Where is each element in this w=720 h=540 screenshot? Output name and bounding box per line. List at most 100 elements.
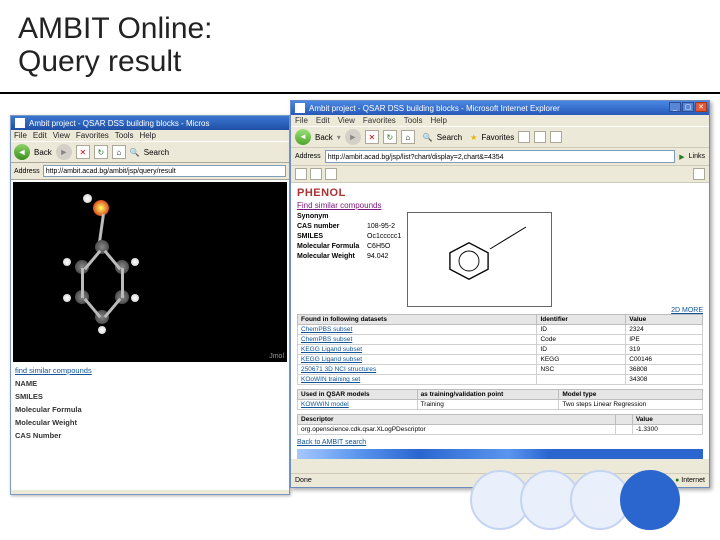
ds-link[interactable]: 250671 3D NCI structures (298, 365, 537, 375)
search-label[interactable]: Search (144, 148, 169, 157)
menu-help[interactable]: Help (139, 131, 155, 140)
ds-link[interactable]: KEGG Ligand subset (298, 355, 537, 365)
menubar-left: File Edit View Favorites Tools Help (11, 130, 289, 141)
ds-id: ID (537, 325, 626, 335)
titlebar-left[interactable]: Ambit project - QSAR DSS building blocks… (11, 116, 289, 130)
ie-icon (295, 103, 305, 113)
links-label[interactable]: Links (689, 153, 705, 160)
slide-title-line2: Query result (18, 45, 213, 78)
extra-icon[interactable] (310, 168, 322, 180)
address-field-left[interactable]: http://ambit.acad.bg/ambit/jsp/query/res… (43, 165, 286, 177)
menu-help[interactable]: Help (430, 116, 446, 125)
ds-val: 2324 (626, 325, 703, 335)
oh-substituent-icon (488, 223, 538, 253)
extra-icon[interactable] (693, 168, 705, 180)
menu-edit[interactable]: Edit (316, 116, 330, 125)
status-done: Done (295, 477, 312, 484)
qsar-model-link[interactable]: KOWWIN model (298, 400, 418, 410)
home-button[interactable]: ⌂ (112, 145, 126, 159)
ds-val: 34308 (626, 375, 703, 385)
hydrogen-atom (63, 258, 71, 266)
menu-edit[interactable]: Edit (33, 131, 47, 140)
menu-tools[interactable]: Tools (404, 116, 423, 125)
field-mw: Molecular Weight (15, 418, 285, 427)
synonym-label: Synonym (297, 212, 367, 222)
address-field-right[interactable]: http://ambit.acad.bg/jsp/list?chart/disp… (325, 150, 676, 163)
favorites-label[interactable]: Favorites (481, 133, 514, 142)
page-body: PHENOL Find similar compounds Synonym CA… (291, 183, 709, 459)
mail-icon[interactable] (534, 131, 546, 143)
minimize-button[interactable]: _ (669, 102, 681, 112)
forward-button[interactable]: ► (56, 144, 72, 160)
back-label: Back (315, 133, 333, 142)
print-icon[interactable] (550, 131, 562, 143)
cas-value: 108-95-2 (367, 223, 395, 230)
toolbar-extra (291, 166, 709, 183)
back-button[interactable]: ◄ (14, 144, 30, 160)
field-cas: CAS Number (15, 431, 285, 440)
th-desc: Descriptor (298, 415, 616, 425)
mw-value: 94.042 (367, 253, 388, 260)
ds-link[interactable]: KOoWIN training set (298, 375, 537, 385)
menu-tools[interactable]: Tools (115, 131, 134, 140)
history-icon[interactable] (518, 131, 530, 143)
menu-file[interactable]: File (295, 116, 308, 125)
jmol-label: Jmol (269, 353, 284, 360)
formula-value: C6H5O (367, 243, 390, 250)
refresh-button[interactable]: ↻ (94, 145, 108, 159)
find-similar-link[interactable]: Find similar compounds (297, 201, 703, 210)
menu-favorites[interactable]: Favorites (363, 116, 396, 125)
ds-link[interactable]: ChemPBS subset (298, 335, 537, 345)
forward-button[interactable]: ► (345, 129, 361, 145)
extra-icon[interactable] (295, 168, 307, 180)
descriptor-table: Descriptor Value org.openscience.cdk.qsa… (297, 414, 703, 435)
th-qsar: Used in QSAR models (298, 390, 418, 400)
qsar-role: Training (417, 400, 559, 410)
structure-2d[interactable] (407, 212, 552, 307)
menu-file[interactable]: File (14, 131, 27, 140)
stop-button[interactable]: ✕ (365, 130, 379, 144)
th-role: as training/validation point (417, 390, 559, 400)
close-button[interactable]: ✕ (695, 102, 707, 112)
ds-id: KEGG (537, 355, 626, 365)
stop-button[interactable]: ✕ (76, 145, 90, 159)
ds-link[interactable]: KEGG Ligand subset (298, 345, 537, 355)
title-underline (0, 92, 720, 94)
formula-label: Molecular Formula (297, 242, 367, 252)
search-label[interactable]: Search (437, 133, 462, 142)
window-title-right: Ambit project - QSAR DSS building blocks… (309, 104, 560, 113)
ds-val: C00146 (626, 355, 703, 365)
desc-name: org.openscience.cdk.qsar.XLogPDescriptor (298, 425, 616, 435)
home-button[interactable]: ⌂ (401, 130, 415, 144)
desc-empty (615, 425, 632, 435)
th-identifier: Identifier (537, 315, 626, 325)
ds-val: 36808 (626, 365, 703, 375)
menu-view[interactable]: View (53, 131, 70, 140)
desc-val: -1.3300 (632, 425, 702, 435)
address-bar-right: Address http://ambit.acad.bg/jsp/list?ch… (291, 148, 709, 166)
extra-icon[interactable] (325, 168, 337, 180)
th-dataset: Found in following datasets (298, 315, 537, 325)
2d-more-link[interactable]: 2D MORE (671, 307, 703, 314)
refresh-button[interactable]: ↻ (383, 130, 397, 144)
datasets-table: Found in following datasets Identifier V… (297, 314, 703, 385)
menu-favorites[interactable]: Favorites (76, 131, 109, 140)
left-query-fields: find similar compounds NAME SMILES Molec… (13, 362, 287, 444)
hydrogen-atom (98, 326, 106, 334)
ie-icon (15, 118, 25, 128)
ds-link[interactable]: ChemPBS subset (298, 325, 537, 335)
jmol-viewer[interactable]: Jmol (13, 182, 287, 362)
slide-title-line1: AMBIT Online: (18, 12, 213, 45)
hydrogen-atom (131, 258, 139, 266)
properties-block: Synonym CAS number108-95-2 SMILESOc1cccc… (297, 212, 401, 307)
maximize-button[interactable]: ▢ (682, 102, 694, 112)
back-button[interactable]: ◄ (295, 129, 311, 145)
field-formula: Molecular Formula (15, 405, 285, 414)
toolbar-right-1: ◄ Back ▾ ► ✕ ↻ ⌂ 🔍Search ★Favorites (291, 126, 709, 148)
ds-val: 319 (626, 345, 703, 355)
menu-view[interactable]: View (338, 116, 355, 125)
find-similar-link-left[interactable]: find similar compounds (15, 366, 285, 375)
field-smiles: SMILES (15, 392, 285, 401)
titlebar-right[interactable]: Ambit project - QSAR DSS building blocks… (291, 101, 709, 115)
back-to-search-link[interactable]: Back to AMBIT search (297, 439, 703, 446)
